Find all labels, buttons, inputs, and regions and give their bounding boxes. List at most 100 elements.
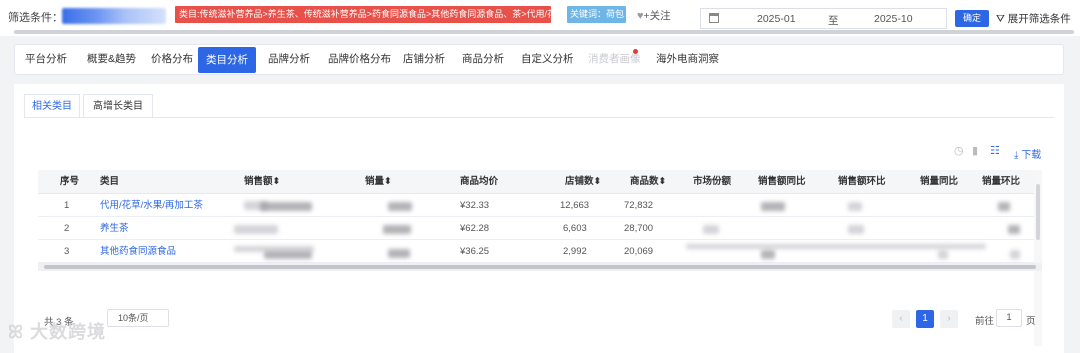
category-link[interactable]: 养生茶 [100, 217, 129, 240]
row-index: 3 [64, 246, 70, 257]
tab-shop-analysis[interactable]: 店铺分析 [403, 45, 445, 74]
scroll-thumb[interactable] [44, 265, 1036, 269]
clock-icon[interactable]: ◷ [954, 144, 964, 157]
col-shop-count-label: 店铺数 [565, 176, 594, 187]
redacted-value [848, 225, 864, 234]
next-page-button[interactable]: › [940, 310, 958, 328]
subtab-related-category[interactable]: 相关类目 [24, 94, 80, 118]
tab-category-analysis[interactable]: 类目分析 [198, 47, 256, 73]
table-header: 序号 类目 销售额⬍ 销量⬍ 商品均价 店铺数⬍ 商品数⬍ 市场份额 销售额同比… [38, 170, 1042, 194]
redacted-value [848, 202, 862, 211]
filter-icon: ⛛ [996, 13, 1005, 25]
table-row: 3 其他药食同源食品 ¥36.25 2,992 20,069 [38, 240, 1042, 263]
col-sales-volume[interactable]: 销量⬍ [365, 170, 392, 194]
confirm-button[interactable]: 确定 [955, 10, 989, 27]
redacted-value [234, 225, 278, 234]
col-category: 类目 [100, 176, 120, 187]
tab-custom-analysis[interactable]: 自定义分析 [521, 45, 574, 74]
expand-filter-label: 展开筛选条件 [1007, 13, 1071, 25]
goto-label: 前往 [975, 316, 995, 327]
tab-price-distribution[interactable]: 价格分布 [151, 45, 193, 74]
download-label: 下载 [1021, 150, 1042, 161]
filter-label: 筛选条件： [8, 12, 63, 24]
follow-label: +关注 [643, 10, 671, 22]
table-row: 2 养生茶 ¥62.28 6,603 28,700 [38, 217, 1042, 240]
shop-count: 6,603 [563, 223, 587, 234]
subtab-high-growth-category[interactable]: 高增长类目 [83, 94, 153, 118]
download-icon: ⤓ [1014, 150, 1019, 161]
watermark-text: 大数跨境 [30, 322, 106, 342]
download-button[interactable]: ⤓ 下载 [1014, 146, 1041, 161]
tab-overview-trend[interactable]: 概要&趋势 [87, 45, 136, 74]
date-to[interactable]: 2025-10 [874, 13, 913, 25]
date-range-picker[interactable]: 2025-01 至 2025-10 [700, 8, 947, 29]
page-size-select[interactable]: 10条/页 [107, 309, 169, 327]
redacted-value [1010, 250, 1020, 259]
redacted-value [686, 244, 986, 249]
follow-button[interactable]: ♥+关注 [637, 8, 671, 23]
watermark-logo-icon: ꕤ [8, 322, 24, 342]
page-1-button[interactable]: 1 [916, 310, 934, 328]
tab-platform-analysis[interactable]: 平台分析 [25, 45, 67, 74]
table-view-icon[interactable]: ☷ [990, 144, 1000, 157]
analysis-nav: 平台分析 概要&趋势 价格分布 类目分析 品牌分析 品牌价格分布 店铺分析 商品… [14, 44, 1064, 75]
redacted-value [383, 225, 411, 234]
sort-icon[interactable]: ⬍ [273, 176, 281, 187]
category-link[interactable]: 代用/花草/水果/再加工茶 [100, 194, 203, 217]
redacted-value [388, 202, 412, 211]
col-avg-price: 商品均价 [460, 176, 499, 187]
redacted-value [761, 202, 785, 211]
table-row: 1 代用/花草/水果/再加工茶 ¥32.33 12,663 72,832 [38, 194, 1042, 217]
prev-page-button[interactable]: ‹ [892, 310, 910, 328]
tab-brand-analysis[interactable]: 品牌分析 [268, 45, 310, 74]
tab-brand-price-distribution[interactable]: 品牌价格分布 [328, 45, 391, 74]
shop-count: 2,992 [563, 246, 587, 257]
filter-bar: 筛选条件： 类目:传统滋补营养品>养生茶、传统滋补营养品>药食同源食品>其他药食… [0, 0, 1080, 36]
redacted-filter-value [62, 8, 166, 24]
sort-icon[interactable]: ⬍ [659, 176, 667, 187]
notification-dot [633, 49, 638, 54]
date-separator: 至 [828, 15, 839, 27]
row-index: 2 [64, 223, 70, 234]
col-sales-mom: 销售额环比 [838, 176, 886, 187]
category-link[interactable]: 其他药食同源食品 [100, 240, 176, 263]
tab-overseas-insight[interactable]: 海外电商洞察 [656, 45, 719, 74]
item-count: 72,832 [624, 200, 654, 211]
shop-count: 12,663 [560, 200, 590, 211]
redacted-value [1008, 225, 1020, 234]
sort-icon[interactable]: ⬍ [384, 176, 392, 187]
col-sales-amount-label: 销售额 [244, 176, 273, 187]
redacted-value [264, 251, 312, 259]
col-item-count[interactable]: 商品数⬍ [630, 170, 666, 194]
scroll-thumb[interactable] [1036, 184, 1040, 240]
col-shop-count[interactable]: 店铺数⬍ [565, 170, 601, 194]
watermark: ꕤ 大数跨境 [8, 318, 106, 344]
col-index: 序号 [60, 176, 80, 187]
expand-filter-button[interactable]: ⛛ 展开筛选条件 [996, 11, 1071, 26]
col-volume-mom: 销量环比 [982, 176, 1021, 187]
table-horizontal-scrollbar[interactable] [38, 263, 1042, 271]
bar-chart-icon[interactable]: ▮ [972, 144, 978, 157]
row-index: 1 [64, 200, 70, 211]
item-count: 20,069 [624, 246, 654, 257]
redacted-value [260, 202, 312, 211]
avg-price: ¥36.25 [460, 246, 490, 257]
col-volume-yoy: 销量同比 [920, 176, 959, 187]
redacted-value [703, 225, 719, 234]
redacted-value [388, 249, 410, 258]
keyword-filter-tag[interactable]: 关键词：荷包 [567, 6, 626, 23]
col-sales-amount[interactable]: 销售额⬍ [244, 170, 280, 194]
col-sales-volume-label: 销量 [365, 176, 385, 187]
redacted-value [998, 202, 1010, 211]
goto-page-input[interactable]: 1 [996, 309, 1022, 327]
col-market-share: 市场份额 [693, 176, 732, 187]
avg-price: ¥32.33 [460, 200, 490, 211]
category-filter-tag[interactable]: 类目:传统滋补营养品>养生茶、传统滋补营养品>药食同源食品>其他药食同源食品、茶… [175, 6, 551, 23]
col-sales-yoy: 销售额同比 [758, 176, 806, 187]
calendar-icon [709, 13, 719, 23]
tab-product-analysis[interactable]: 商品分析 [462, 45, 504, 74]
goto-page-suffix: 页 [1026, 316, 1036, 327]
horizontal-scrollbar[interactable] [14, 30, 1074, 34]
date-from[interactable]: 2025-01 [757, 13, 796, 25]
sort-icon[interactable]: ⬍ [594, 176, 602, 187]
